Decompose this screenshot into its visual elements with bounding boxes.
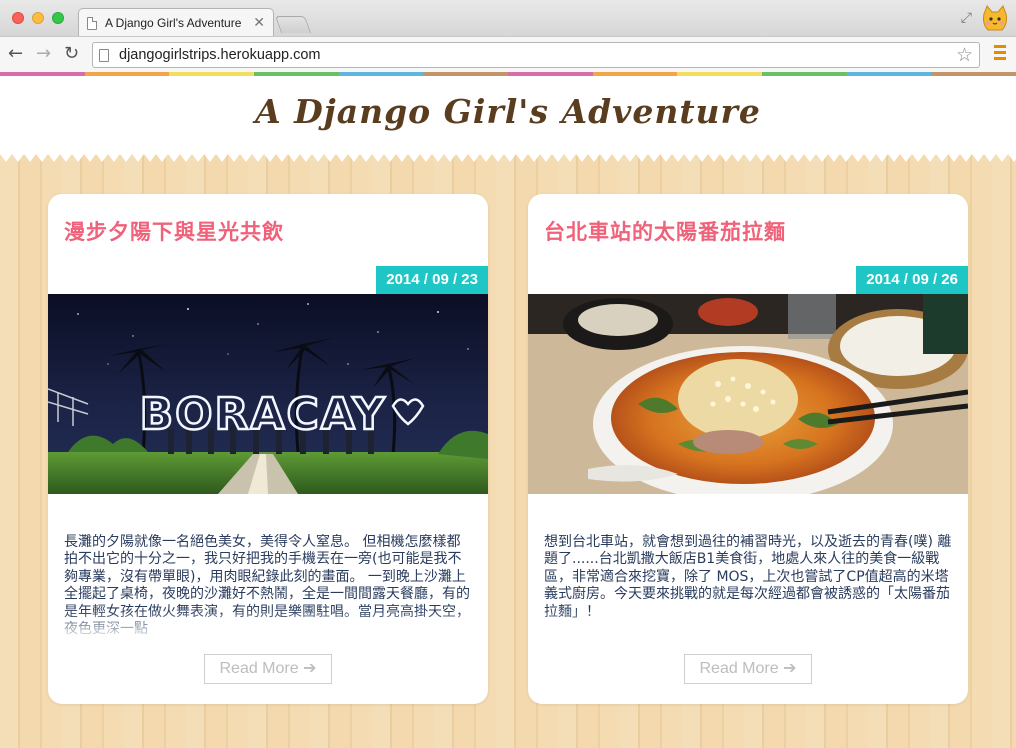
- read-more-button[interactable]: Read More ➔: [684, 654, 812, 684]
- read-more-label: Read More: [699, 660, 779, 677]
- close-tab-icon[interactable]: ✕: [253, 15, 265, 31]
- browser-toolbar: ← → ↻ djangogirlstrips.herokuapp.com ☆: [0, 36, 1016, 72]
- header-zigzag-edge: [0, 154, 1016, 162]
- tab-title: A Django Girl's Adventure: [105, 16, 242, 30]
- site-header: A Django Girl's Adventure: [0, 76, 1016, 154]
- post-card: 台北車站的太陽番茄拉麵 2014 / 09 / 26 想到台北車站，就會想到過往…: [528, 194, 968, 704]
- new-tab-button[interactable]: [274, 16, 312, 33]
- page-content: A Django Girl's Adventure 漫步夕陽下與星光共飲 201…: [0, 76, 1016, 748]
- post-date-badge: 2014 / 09 / 23: [376, 266, 488, 294]
- reload-icon[interactable]: ↻: [64, 43, 79, 65]
- arrow-right-icon: ➔: [783, 660, 797, 677]
- page-icon: [87, 16, 97, 30]
- address-bar[interactable]: djangogirlstrips.herokuapp.com ☆: [92, 42, 980, 68]
- read-more-label: Read More: [219, 660, 299, 677]
- post-title[interactable]: 台北車站的太陽番茄拉麵: [544, 216, 786, 246]
- post-date-badge: 2014 / 09 / 26: [856, 266, 968, 294]
- post-excerpt: 長灘的夕陽就像一名絕色美女，美得令人窒息。 但相機怎麼樣都拍不出它的十分之一，我…: [64, 534, 472, 640]
- profile-cat-icon[interactable]: [980, 4, 1010, 34]
- page-icon: [99, 48, 109, 62]
- zoom-window-button[interactable]: [52, 12, 64, 24]
- minimize-window-button[interactable]: [32, 12, 44, 24]
- site-title[interactable]: A Django Girl's Adventure: [0, 92, 1016, 131]
- forward-arrow-icon[interactable]: →: [36, 43, 51, 65]
- hamburger-menu-icon[interactable]: [994, 45, 1006, 61]
- back-arrow-icon[interactable]: ←: [8, 43, 23, 65]
- browser-titlebar: A Django Girl's Adventure ✕ ⤢: [0, 0, 1016, 37]
- fullscreen-icon[interactable]: ⤢: [961, 10, 972, 26]
- post-excerpt: 想到台北車站，就會想到過往的補習時光，以及逝去的青春(噗) 離題了......台…: [544, 534, 952, 640]
- post-title[interactable]: 漫步夕陽下與星光共飲: [64, 216, 284, 246]
- boracay-light-text: BORACAY: [140, 389, 387, 440]
- bookmark-star-icon[interactable]: ☆: [956, 44, 973, 66]
- url-text[interactable]: djangogirlstrips.herokuapp.com: [119, 47, 956, 63]
- post-image-ramen[interactable]: [528, 294, 968, 494]
- close-window-button[interactable]: [12, 12, 24, 24]
- post-image-boracay[interactable]: BORACAY: [48, 294, 488, 494]
- browser-tab-active[interactable]: A Django Girl's Adventure ✕: [78, 8, 274, 37]
- arrow-right-icon: ➔: [303, 660, 317, 677]
- read-more-button[interactable]: Read More ➔: [204, 654, 332, 684]
- post-card: 漫步夕陽下與星光共飲 2014 / 09 / 23 BORACAY 長灘的夕陽就…: [48, 194, 488, 704]
